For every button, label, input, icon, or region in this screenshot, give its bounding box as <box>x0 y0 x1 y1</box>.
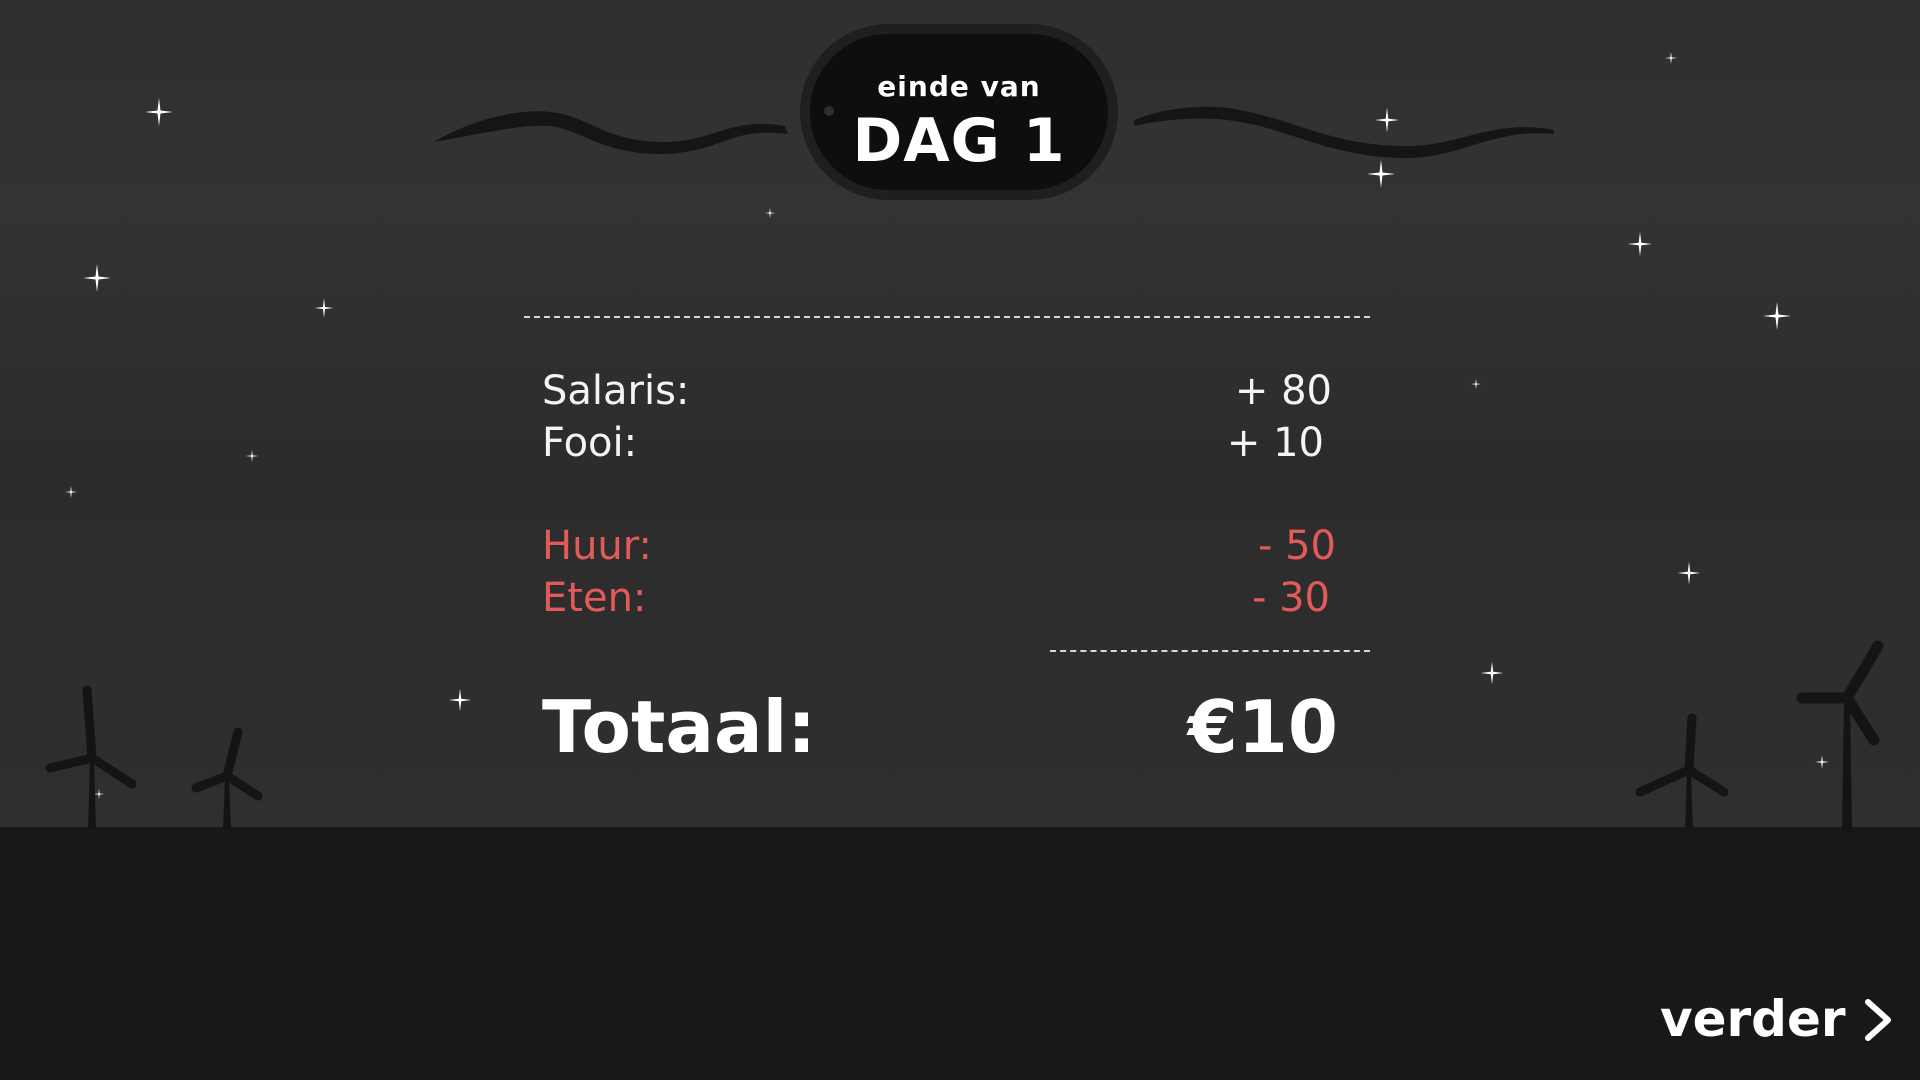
star-icon <box>1677 561 1701 585</box>
brush-stroke-right <box>1134 106 1554 159</box>
ground <box>0 827 1920 1080</box>
expense-row-food: Eten: - 30 <box>542 573 1362 623</box>
total-value: €10 <box>1187 685 1338 769</box>
wind-turbine <box>1635 713 1729 830</box>
star-icon <box>1664 51 1678 65</box>
star-icon <box>314 298 334 318</box>
total-label: Totaal: <box>542 685 817 769</box>
expense-row-rent: Huur: - 50 <box>542 521 1362 571</box>
income-value: + 10 <box>1226 420 1324 466</box>
star-icon <box>1627 231 1653 257</box>
star-icon <box>764 207 776 219</box>
wind-turbine <box>191 727 263 830</box>
star-icon <box>83 264 111 292</box>
star-icon <box>245 449 259 463</box>
day-title: DAG 1 <box>852 106 1066 176</box>
star-icon <box>448 688 472 712</box>
expense-label: Huur: <box>542 523 652 569</box>
income-label: Fooi: <box>542 420 638 466</box>
receipt-divider-top <box>524 316 1370 318</box>
star-icon <box>1480 661 1504 685</box>
star-icon <box>1763 302 1791 330</box>
total-row: Totaal: €10 <box>542 682 1362 772</box>
wind-turbine <box>45 685 137 830</box>
expense-value: - 30 <box>1251 575 1330 621</box>
income-value: + 80 <box>1234 368 1332 414</box>
day-badge: einde van DAG 1 <box>810 34 1108 190</box>
chevron-right-icon <box>1865 999 1891 1041</box>
daily-receipt: Salaris: + 80 Fooi: + 10 Huur: - 50 Eten… <box>524 316 1370 776</box>
star-icon <box>145 98 173 126</box>
income-label: Salaris: <box>542 368 690 414</box>
continue-label: verder <box>1660 990 1846 1048</box>
continue-button[interactable]: verder <box>1652 986 1898 1052</box>
wind-turbine <box>1796 640 1884 830</box>
expense-value: - 50 <box>1257 523 1336 569</box>
income-row-salary: Salaris: + 80 <box>542 366 1362 416</box>
receipt-divider-total <box>1050 650 1370 652</box>
star-icon <box>64 485 78 499</box>
day-header: einde van DAG 1 <box>430 20 1560 200</box>
day-subtitle: einde van <box>877 70 1041 103</box>
expense-label: Eten: <box>542 575 647 621</box>
star-icon <box>1470 378 1482 390</box>
end-of-day-screen: einde van DAG 1 Salaris: + 80 Fooi: + 10… <box>0 0 1920 1080</box>
brush-stroke-left <box>434 111 788 154</box>
income-row-tip: Fooi: + 10 <box>542 418 1362 468</box>
